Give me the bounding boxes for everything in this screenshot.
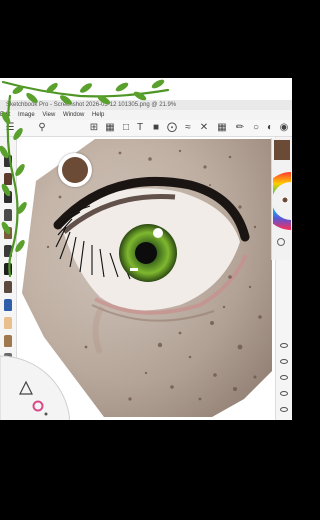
brush-blender-icon[interactable] <box>4 245 12 257</box>
lagoon-menu[interactable] <box>0 348 70 420</box>
brush-pen-icon[interactable] <box>4 263 12 275</box>
brush-airbrush-icon[interactable] <box>4 209 12 221</box>
crop-icon[interactable]: ⊞ <box>88 122 100 134</box>
brush-blue-icon[interactable] <box>4 299 12 311</box>
menu-window[interactable]: Window <box>63 110 84 120</box>
current-color-swatch[interactable] <box>274 140 290 160</box>
catchlight <box>153 228 163 238</box>
ruler-tool-icon[interactable]: ✕ <box>198 122 210 134</box>
layer-visibility-icon[interactable] <box>280 375 288 380</box>
brush-ink-icon[interactable] <box>4 173 12 185</box>
ruler-icon[interactable]: ■ <box>150 122 162 134</box>
layers-icon[interactable]: ◐ <box>264 122 276 134</box>
menu-view[interactable]: View <box>42 110 55 120</box>
menu-edit[interactable]: Edit <box>0 110 10 120</box>
layer-visibility-icon[interactable] <box>280 391 288 396</box>
color-puck-swatch <box>62 157 88 183</box>
color-wheel[interactable] <box>273 170 291 232</box>
layer-visibility-icon[interactable] <box>280 343 288 348</box>
brush-smudge-icon[interactable] <box>4 335 12 347</box>
menu-icon[interactable]: ☰ <box>4 122 16 134</box>
app-window: Sketchbook Pro - Screenshot 2026-03-12 1… <box>0 78 292 420</box>
menu-image[interactable]: Image <box>18 110 35 120</box>
select-icon[interactable]: ▦ <box>104 122 116 134</box>
guides-icon[interactable]: ≈ <box>182 122 194 134</box>
transform-icon[interactable]: □ <box>120 122 132 134</box>
brush-marker-icon[interactable] <box>4 191 12 203</box>
window-title: Sketchbook Pro - Screenshot 2026-03-12 1… <box>6 102 177 108</box>
brush-paint-icon[interactable] <box>4 227 12 239</box>
symmetry-icon[interactable]: ⨀ <box>166 122 178 134</box>
layer-visibility-icon[interactable] <box>280 407 288 412</box>
color-puck[interactable] <box>58 153 92 187</box>
brush-eraser-icon[interactable] <box>4 317 12 329</box>
brush-icon[interactable]: ✏ <box>234 122 246 134</box>
color-icon[interactable]: ◉ <box>278 122 290 134</box>
color-editor <box>271 138 292 260</box>
brush-chalk-icon[interactable] <box>4 281 12 293</box>
layer-visibility-icon[interactable] <box>280 359 288 364</box>
toolbar: ☰ ⚲ ⊞ ▦ □ T ■ ⨀ ≈ ✕ ▦ ✏ ○ ◐ ◉ <box>0 120 292 137</box>
grid-icon[interactable]: ▦ <box>216 122 228 134</box>
brush-size-icon[interactable]: ○ <box>250 122 262 134</box>
text-icon[interactable]: T <box>134 122 146 134</box>
search-icon[interactable]: ⚲ <box>36 122 48 134</box>
pupil <box>135 242 157 264</box>
color-puck-icon[interactable] <box>277 238 285 246</box>
brush-pencil-icon[interactable] <box>4 155 12 167</box>
menu-help[interactable]: Help <box>92 110 104 120</box>
